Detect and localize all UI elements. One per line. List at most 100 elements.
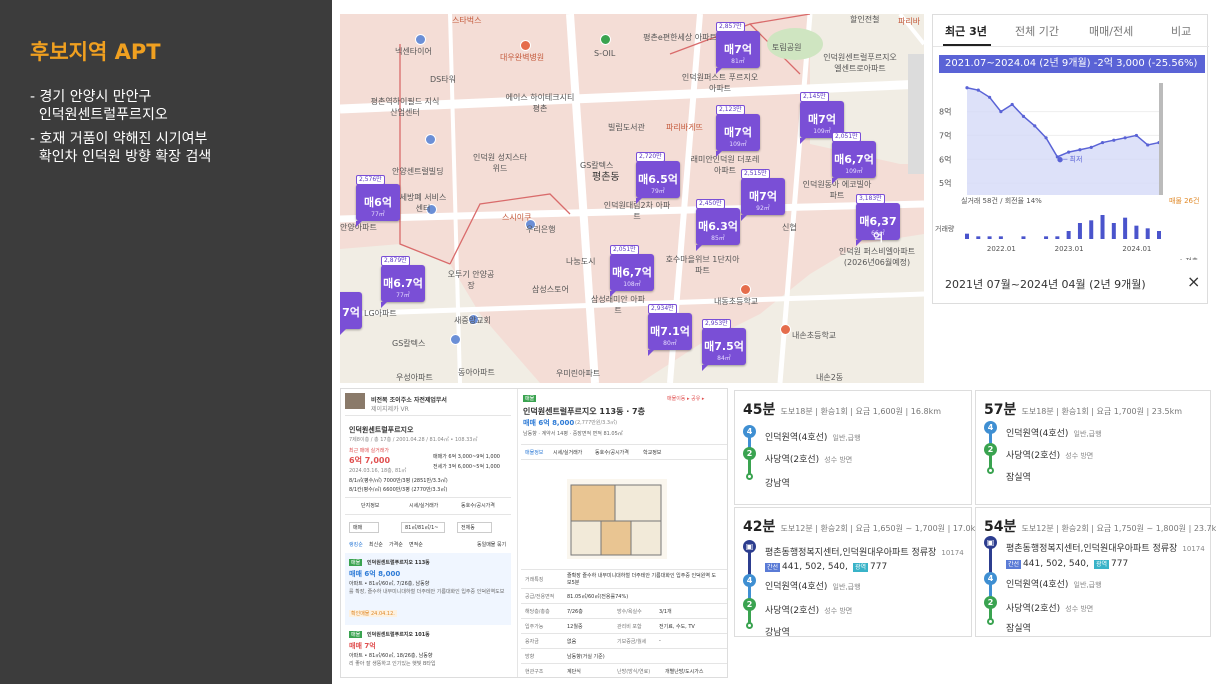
route-meta: 도보18분 | 환승1회 | 요금 1,600원 | 16.8km [780, 407, 942, 416]
price-marker[interactable]: 2,953만 매7.5억 84㎡ [702, 319, 746, 371]
group-same-listing[interactable]: 동일매물 묶기 [477, 541, 506, 548]
tab-compare[interactable]: 비교 [1171, 23, 1191, 39]
volume-bar [965, 233, 969, 239]
tab-price-history[interactable]: 시세/실거래가 [409, 502, 438, 509]
line2-icon: 2 [984, 596, 997, 609]
bullet-purpose: - 호재 거품이 약해진 시기여부 확인차 인덕원 방향 확장 검색 [30, 131, 212, 165]
bus-number: 777 [870, 562, 888, 572]
x-tick-label: 2022.01 [987, 245, 1016, 253]
entry-price: 매매 7억 [349, 642, 376, 650]
recent-price: 6억 7,000 [349, 456, 391, 465]
destination-icon [987, 467, 994, 474]
row-value: 7/26층 [567, 609, 583, 615]
route-stop-extra: 성수 방면 [1065, 605, 1094, 613]
recent-label: 최근 매매 실거래가 [349, 448, 389, 454]
price-point [1112, 138, 1116, 142]
price-marker[interactable]: 2,934만 매7.1억 80㎡ [648, 304, 692, 356]
route-card-gangnam-subway[interactable]: 45분 도보18분 | 환승1회 | 요금 1,600원 | 16.8km 4 … [734, 390, 972, 505]
map-label: 인덕원 성지스타위드 [472, 153, 528, 173]
entry-title: 인덕원센트럴푸르지오 101동 [367, 632, 430, 638]
map-label: 스시이쿠 [502, 213, 532, 222]
sort-latest[interactable]: 최신순 [369, 541, 383, 548]
detail-tab-price[interactable]: 시세/실거래가 [553, 449, 582, 456]
destination-icon [746, 473, 753, 480]
map-label: LG아파트 [364, 309, 397, 318]
row-value: 남동향(거실 기준) [567, 654, 605, 660]
chart-tooltip: 2021.07~2024.04 (2년 9개월) -2억 3,000 (-25.… [939, 55, 1205, 73]
listing-count: 매물 26건 [1169, 196, 1199, 205]
route-card-jamsil-subway[interactable]: 57분 도보18분 | 환승1회 | 요금 1,700원 | 23.5km 4 … [975, 390, 1211, 505]
price-marker[interactable]: 2,515만 매7억 92㎡ [741, 169, 785, 221]
route-card-jamsil-bus[interactable]: 54분 도보12분 | 환승2회 | 요금 1,750원 ~ 1,800원 | … [975, 507, 1216, 637]
filter-trade-type[interactable]: 매매 [349, 522, 380, 533]
stat-sale: 매매가 6억 3,000~9억 1,000 [433, 454, 500, 460]
price-marker[interactable]: 3,183만 매6,37억 66㎡ [856, 194, 900, 246]
price-point [1146, 143, 1150, 147]
line4-icon: 4 [984, 572, 997, 585]
route-time: 45분 [743, 402, 776, 418]
price-point [1123, 136, 1127, 140]
tab-all-period[interactable]: 전체 기간 [1015, 23, 1059, 39]
sort-area[interactable]: 면적순 [409, 541, 423, 548]
detail-tab-info[interactable]: 매물정보 [525, 449, 543, 456]
tab-complex-info[interactable]: 단지정보 [361, 502, 379, 509]
map-label: 신협 [782, 223, 797, 232]
route-stop: 잠실역 [1006, 473, 1031, 483]
price-marker[interactable]: 2,051만 매6,7억 109㎡ [832, 132, 876, 184]
map-label: DS타워 [430, 75, 456, 84]
map-label: 내손2동 [816, 373, 844, 382]
detail-links[interactable]: 매물이동 ▸ 공유 ▸ [667, 395, 704, 402]
route-time: 54분 [984, 519, 1017, 535]
price-marker[interactable]: 2,051만 매6,7억 108㎡ [610, 245, 654, 297]
unit-price-2: 8/1칸(평수/㎡) 6600만/3평 (2770만/3.3㎡) [349, 487, 448, 493]
detail-tab-unit[interactable]: 동호수/공시가격 [595, 449, 629, 456]
tab-sale-jeonse[interactable]: 매매/전세 [1089, 23, 1133, 39]
price-marker[interactable]: 2,576만 매6억 77㎡ [356, 175, 400, 227]
map-label: 빌립도서관 [608, 123, 645, 132]
map-view[interactable]: 스타벅스 넥센타이어 대우완벽병원 S-OIL 평촌e편한세상 아파트 인덕원센… [340, 14, 924, 383]
price-marker[interactable]: 2,123만 매7억 109㎡ [716, 105, 760, 157]
price-chart[interactable]: 8억 7억 6억 5억 ●─ 최저실거래 58건 / 회전율 14% 매물 26건거래량 2… [933, 75, 1209, 260]
tab-unit-price[interactable]: 동호수/공시가격 [461, 502, 495, 509]
entry-confirmed: 확인매물 24.04.12. [349, 610, 397, 617]
x-tick-label: 2023.01 [1055, 245, 1084, 253]
volume-bar [1089, 220, 1094, 239]
filter-area[interactable]: 81㎡/81㎡/1~ [401, 522, 446, 533]
route-meta: 도보12분 | 환승2회 | 요금 1,750원 ~ 1,800원 | 23.7… [1021, 524, 1216, 533]
close-icon[interactable]: × [1187, 272, 1200, 291]
route-time: 57분 [984, 402, 1017, 418]
price-point [987, 95, 992, 99]
detail-tab-school[interactable]: 학교정보 [643, 449, 661, 456]
filter-building[interactable]: 전체동 [457, 522, 492, 533]
price-marker[interactable]: 2,450만 매6.3억 85㎡ [696, 199, 740, 251]
row-label: 관리비 포함 [617, 624, 642, 630]
map-label: 대우완벽병원 [500, 53, 545, 62]
price-marker[interactable]: 2,879만 매6.7억 77㎡ [381, 256, 425, 308]
gas-station-icon [600, 34, 611, 45]
price-marker[interactable]: 2,720만 매6.5억 79㎡ [636, 152, 680, 204]
route-card-gangnam-bus[interactable]: 42분 도보12분 | 환승2회 | 요금 1,650원 ~ 1,700원 | … [734, 507, 983, 638]
entry-meta: 아파트 • 81㎡/60㎡, 7/26층, 남동향 [349, 581, 430, 587]
range-band [1159, 83, 1163, 195]
price-point [1033, 124, 1037, 128]
bus-numbers: 441, 502, 540, [782, 562, 848, 572]
price-marker[interactable]: 2,857만 매7억 81㎡ [716, 22, 760, 74]
map-label: 삼성스토어 [532, 285, 569, 294]
sort-price[interactable]: 가격순 [389, 541, 403, 548]
sort-ranking[interactable]: 랭킹순 [349, 541, 363, 548]
row-label: 방수/욕실수 [617, 609, 642, 615]
volume-bar [1134, 225, 1139, 239]
tab-recent-3y[interactable]: 최근 3년 [945, 23, 987, 39]
map-label: 에이스 하이테크시티평촌 [505, 93, 575, 113]
agency-thumbnail [345, 393, 365, 409]
listing-panel: 비전복 조이주소 자전제업무서 제이지제카 VR 인덕원센트럴푸르지오 7제8이… [340, 388, 728, 678]
price-point [965, 86, 969, 90]
route-stop-extra: 10174 [1182, 545, 1205, 553]
price-point [1089, 145, 1093, 149]
volume-label: 거래량 [935, 224, 955, 233]
volume-bar [1066, 231, 1071, 239]
school-icon [740, 284, 751, 295]
detail-price-sub: (2,777만원/3.3㎡) [575, 420, 618, 426]
floor-plan-image [567, 479, 667, 559]
price-marker[interactable]: 7억 [340, 292, 362, 335]
